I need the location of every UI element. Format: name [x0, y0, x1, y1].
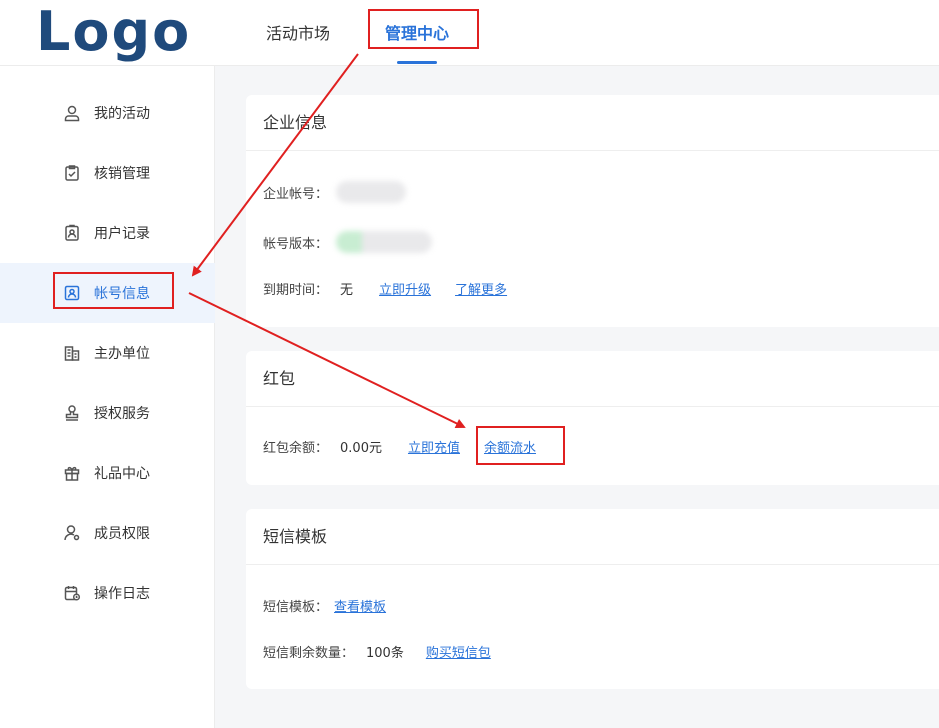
- sms-template-card: 短信模板 短信模板： 查看模板 短信剩余数量： 100条 购买短信包: [246, 509, 939, 689]
- sidebar-item-gift-center[interactable]: 礼品中心: [0, 443, 215, 503]
- sms-remaining-row: 短信剩余数量： 100条 购买短信包: [263, 642, 491, 661]
- highlight-box-balance-flow: [476, 426, 565, 465]
- sms-remaining-value: 100条: [366, 646, 404, 661]
- sidebar-item-label: 授权服务: [94, 406, 150, 422]
- sidebar-item-label: 用户记录: [94, 226, 150, 242]
- expiry-row: 到期时间： 无 立即升级 了解更多: [263, 279, 507, 298]
- calendar-log-icon: [62, 583, 82, 603]
- building-icon: [62, 343, 82, 363]
- card-title: 短信模板: [246, 509, 939, 565]
- sidebar-item-label: 核销管理: [94, 166, 150, 182]
- buy-sms-package-link[interactable]: 购买短信包: [426, 642, 491, 661]
- sidebar-item-verification[interactable]: 核销管理: [0, 143, 215, 203]
- account-version-value-redacted: [336, 231, 433, 253]
- learn-more-link[interactable]: 了解更多: [455, 279, 507, 298]
- gift-icon: [62, 463, 82, 483]
- highlight-box-account-info: [53, 272, 174, 309]
- recharge-link[interactable]: 立即充值: [408, 437, 460, 456]
- enterprise-account-value-redacted: [336, 181, 407, 203]
- sidebar-item-label: 我的活动: [94, 106, 150, 122]
- enterprise-info-card: 企业信息 企业帐号： 帐号版本： 到期时间： 无 立即升级 了解更多: [246, 95, 939, 327]
- sidebar-item-user-records[interactable]: 用户记录: [0, 203, 215, 263]
- sms-remaining-label: 短信剩余数量：: [263, 646, 355, 661]
- sidebar-item-organizer[interactable]: 主办单位: [0, 323, 215, 383]
- sidebar-item-operation-log[interactable]: 操作日志: [0, 563, 215, 623]
- user-icon: [62, 103, 82, 123]
- sms-template-row: 短信模板： 查看模板: [263, 596, 386, 615]
- red-packet-balance-value: 0.00元: [340, 441, 382, 456]
- active-tab-indicator: [397, 61, 437, 64]
- expiry-label: 到期时间：: [263, 283, 329, 298]
- red-packet-balance-label: 红包余额：: [263, 441, 329, 456]
- logo: Logo: [36, 0, 192, 63]
- highlight-box-management-center: [368, 9, 479, 49]
- sidebar-item-my-activities[interactable]: 我的活动: [0, 83, 215, 143]
- red-packet-card: 红包 红包余额： 0.00元 立即充值 余额流水: [246, 351, 939, 485]
- sidebar-item-authorization[interactable]: 授权服务: [0, 383, 215, 443]
- user-gear-icon: [62, 523, 82, 543]
- upgrade-link[interactable]: 立即升级: [379, 279, 431, 298]
- sidebar-item-label: 礼品中心: [94, 466, 150, 482]
- clipboard-check-icon: [62, 163, 82, 183]
- user-record-icon: [62, 223, 82, 243]
- enterprise-account-label: 企业帐号：: [263, 186, 329, 202]
- enterprise-account-row: 企业帐号：: [263, 181, 407, 203]
- view-template-link[interactable]: 查看模板: [334, 596, 386, 615]
- sms-template-label: 短信模板：: [263, 600, 329, 615]
- sidebar-item-label: 主办单位: [94, 346, 150, 362]
- account-version-row: 帐号版本：: [263, 231, 433, 253]
- tab-activity-market[interactable]: 活动市场: [266, 20, 330, 44]
- stamp-icon: [62, 403, 82, 423]
- card-title: 红包: [246, 351, 939, 407]
- sidebar-item-member-permissions[interactable]: 成员权限: [0, 503, 215, 563]
- sidebar-item-label: 操作日志: [94, 586, 150, 602]
- sidebar: 我的活动 核销管理 用户记录 帐号信息 主办单位 授权服务 礼品中心 成员权限 …: [0, 66, 215, 728]
- card-title: 企业信息: [246, 95, 939, 151]
- sidebar-item-label: 成员权限: [94, 526, 150, 542]
- expiry-value: 无: [340, 283, 354, 298]
- account-version-label: 帐号版本：: [263, 236, 329, 252]
